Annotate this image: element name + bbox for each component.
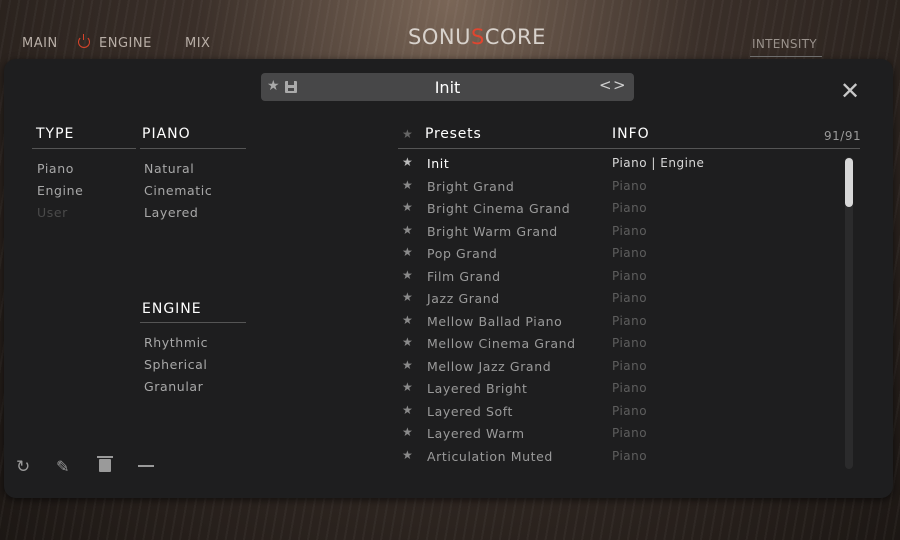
preset-row[interactable]: ★ Mellow Ballad Piano Piano (4, 313, 854, 336)
preset-name: Mellow Cinema Grand (427, 336, 576, 351)
preset-info: Piano (612, 426, 648, 440)
favorite-star-icon[interactable]: ★ (402, 425, 413, 439)
sonuscore-logo: SONUSCORE (408, 25, 546, 49)
preset-info: Piano (612, 403, 648, 418)
preset-info: Piano (612, 381, 648, 395)
preset-name: Layered Bright (427, 381, 528, 396)
preset-info: Piano (612, 358, 648, 373)
nav-intensity[interactable]: INTENSITY (752, 37, 817, 51)
preset-info: Piano (612, 246, 648, 260)
favorite-star-icon[interactable]: ★ (402, 178, 413, 192)
preset-row[interactable]: ★ Bright Cinema Grand Piano (4, 200, 854, 223)
preset-info: Piano (612, 448, 648, 463)
favorite-star-icon[interactable]: ★ (402, 223, 413, 237)
minus-icon[interactable] (138, 465, 154, 467)
presets-divider (398, 148, 860, 149)
preset-row[interactable]: ★ Layered Bright Piano (4, 380, 854, 403)
preset-name: Mellow Ballad Piano (427, 313, 563, 329)
preset-row[interactable]: ★ Film Grand Piano (4, 268, 854, 291)
favorite-star-icon[interactable]: ★ (402, 290, 413, 304)
piano-divider (140, 148, 246, 149)
preset-name: Layered Warm (427, 426, 525, 441)
nav-mix[interactable]: MIX (185, 36, 210, 51)
preset-row[interactable]: ★ Jazz Grand Piano (4, 290, 854, 313)
trash-icon[interactable] (97, 456, 113, 472)
favorite-star-icon[interactable]: ★ (402, 380, 413, 394)
preset-name: Jazz Grand (427, 291, 500, 306)
current-preset-name[interactable]: Init (261, 78, 634, 97)
preset-row[interactable]: ★ Init Piano | Engine (4, 155, 854, 178)
favorite-star-icon[interactable]: ★ (402, 268, 413, 282)
preset-name: Init (427, 156, 450, 171)
presets-header: Presets (425, 126, 482, 142)
next-preset-icon[interactable]: > (613, 76, 626, 94)
favorite-star-icon[interactable]: ★ (402, 313, 413, 327)
type-header: TYPE (36, 126, 75, 142)
favorite-star-icon[interactable]: ★ (402, 155, 413, 169)
preset-info: Piano (612, 268, 648, 283)
preset-name: Bright Cinema Grand (427, 201, 571, 216)
favorite-star-icon[interactable]: ★ (402, 335, 413, 349)
preset-info: Piano (612, 336, 648, 350)
preset-name: Mellow Jazz Grand (427, 358, 552, 374)
preset-row[interactable]: ★ Layered Soft Piano (4, 403, 854, 426)
top-navigation: MAIN ENGINE MIX SONUSCORE INTENSITY (0, 0, 900, 58)
nav-main[interactable]: MAIN (22, 36, 58, 51)
preset-selector-bar: ★ Init < > (261, 73, 634, 101)
favorite-star-icon[interactable]: ★ (402, 358, 413, 372)
nav-engine[interactable]: ENGINE (99, 36, 152, 51)
preset-browser-panel: ★ Init < > ✕ TYPE Piano Engine User PIAN… (4, 59, 893, 498)
preset-info: Piano (612, 291, 648, 305)
preset-row[interactable]: ★ Mellow Jazz Grand Piano (4, 358, 854, 381)
favorite-star-icon[interactable]: ★ (402, 403, 413, 417)
refresh-icon[interactable]: ↻ (16, 457, 30, 477)
preset-info: Piano (612, 313, 648, 328)
preset-row[interactable]: ★ Bright Warm Grand Piano (4, 223, 854, 246)
preset-name: Pop Grand (427, 246, 498, 261)
preset-row[interactable]: ★ Bright Grand Piano (4, 178, 854, 201)
preset-name: Bright Grand (427, 178, 515, 194)
preset-info: Piano (612, 178, 648, 193)
preset-row[interactable]: ★ Mellow Cinema Grand Piano (4, 335, 854, 358)
power-icon[interactable] (78, 34, 90, 48)
type-divider (32, 148, 136, 149)
favorite-star-icon[interactable]: ★ (402, 448, 413, 462)
edit-icon[interactable]: ✎ (56, 457, 69, 476)
preset-count: 91/91 (824, 129, 862, 143)
favorite-star-icon[interactable]: ★ (402, 245, 413, 259)
presets-favorite-filter-icon[interactable]: ★ (402, 127, 413, 141)
preset-info: Piano | Engine (612, 156, 705, 170)
intensity-underline (750, 56, 822, 57)
preset-info: Piano (612, 201, 648, 215)
preset-row[interactable]: ★ Articulation Muted Piano (4, 448, 854, 471)
preset-name: Articulation Muted (427, 448, 553, 464)
preset-name: Layered Soft (427, 403, 514, 419)
scrollbar-thumb[interactable] (845, 158, 853, 207)
favorite-star-icon[interactable]: ★ (402, 200, 413, 214)
piano-header: PIANO (142, 126, 191, 142)
preset-name: Bright Warm Grand (427, 223, 558, 239)
info-header: INFO (612, 126, 650, 142)
preset-row[interactable]: ★ Pop Grand Piano (4, 245, 854, 268)
preset-row[interactable]: ★ Layered Warm Piano (4, 425, 854, 448)
close-icon[interactable]: ✕ (840, 79, 860, 103)
preset-name: Film Grand (427, 268, 501, 284)
previous-preset-icon[interactable]: < (599, 76, 612, 94)
preset-info: Piano (612, 223, 648, 238)
